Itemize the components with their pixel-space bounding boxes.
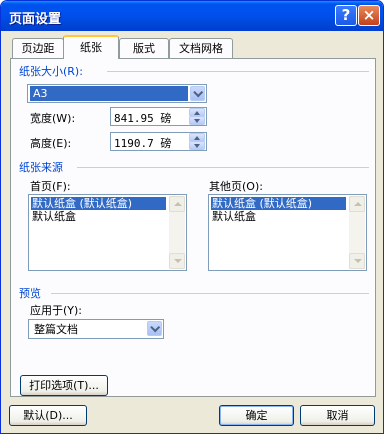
dropdown-button[interactable]: [190, 86, 205, 101]
scroll-up-button[interactable]: [169, 196, 185, 212]
height-label: 高度(E):: [30, 137, 72, 150]
section-divider: [51, 293, 369, 294]
arrow-down-icon: [174, 259, 182, 263]
scrollbar[interactable]: [349, 196, 365, 269]
arrow-down-icon: [194, 144, 200, 148]
page-setup-dialog: 页面设置 ? × 页边距 纸张 版式 文档网格 纸张大小(R): A3 宽度(W…: [0, 0, 384, 434]
first-page-list[interactable]: 默认纸盒 (默认纸盒) 默认纸盒: [28, 194, 187, 271]
arrow-up-icon: [194, 111, 200, 115]
paper-source-section-label: 纸张来源: [19, 161, 63, 174]
first-page-label: 首页(F):: [30, 180, 71, 193]
tab-paper[interactable]: 纸张: [63, 35, 119, 59]
paper-size-select[interactable]: A3: [27, 84, 207, 103]
tab-layout[interactable]: 版式: [119, 38, 169, 58]
arrow-up-icon: [174, 202, 182, 206]
chevron-down-icon: [193, 87, 204, 98]
height-field[interactable]: 1190.7 磅: [110, 132, 207, 151]
arrow-down-icon: [194, 119, 200, 123]
width-spin-down[interactable]: [189, 116, 205, 125]
list-item[interactable]: 默认纸盒 (默认纸盒): [211, 197, 346, 210]
paper-size-selected: A3: [30, 86, 188, 101]
list-item[interactable]: 默认纸盒: [31, 210, 77, 223]
paper-tab-panel: 纸张大小(R): A3 宽度(W): 841.95 磅 高度(E): 1190.…: [10, 58, 376, 397]
cancel-button[interactable]: 取消: [300, 405, 375, 426]
width-value: 841.95 磅: [114, 112, 172, 125]
paper-size-section-label: 纸张大小(R):: [19, 65, 83, 78]
chevron-down-icon: [150, 322, 161, 333]
scrollbar[interactable]: [169, 196, 185, 269]
default-button[interactable]: 默认(D)...: [9, 405, 87, 426]
section-divider: [77, 167, 369, 168]
height-spin-down[interactable]: [189, 141, 205, 150]
dropdown-button[interactable]: [147, 321, 162, 336]
scroll-down-button[interactable]: [169, 253, 185, 269]
scroll-down-button[interactable]: [349, 253, 365, 269]
help-button[interactable]: ?: [335, 5, 357, 26]
arrow-down-icon: [354, 259, 362, 263]
dialog-title: 页面设置: [9, 12, 62, 27]
section-divider: [107, 71, 369, 72]
arrow-up-icon: [354, 202, 362, 206]
apply-to-select[interactable]: 整篇文档: [28, 319, 164, 339]
arrow-up-icon: [194, 136, 200, 140]
list-item[interactable]: 默认纸盒 (默认纸盒): [31, 197, 166, 210]
close-button[interactable]: ×: [358, 5, 380, 26]
other-pages-label: 其他页(O):: [209, 180, 263, 193]
tab-margins[interactable]: 页边距: [12, 38, 64, 58]
preview-section-label: 预览: [19, 287, 41, 300]
tab-document-grid[interactable]: 文档网格: [169, 38, 233, 58]
list-item[interactable]: 默认纸盒: [211, 210, 257, 223]
print-options-button[interactable]: 打印选项(T)...: [20, 375, 108, 396]
title-bar[interactable]: 页面设置 ? ×: [1, 1, 383, 31]
apply-to-value: 整篇文档: [34, 323, 78, 336]
scroll-up-button[interactable]: [349, 196, 365, 212]
ok-button[interactable]: 确定: [219, 405, 294, 426]
width-label: 宽度(W):: [30, 112, 76, 125]
width-field[interactable]: 841.95 磅: [110, 107, 207, 126]
height-value: 1190.7 磅: [114, 137, 172, 150]
apply-to-label: 应用于(Y):: [30, 304, 83, 317]
other-pages-list[interactable]: 默认纸盒 (默认纸盒) 默认纸盒: [208, 194, 367, 271]
